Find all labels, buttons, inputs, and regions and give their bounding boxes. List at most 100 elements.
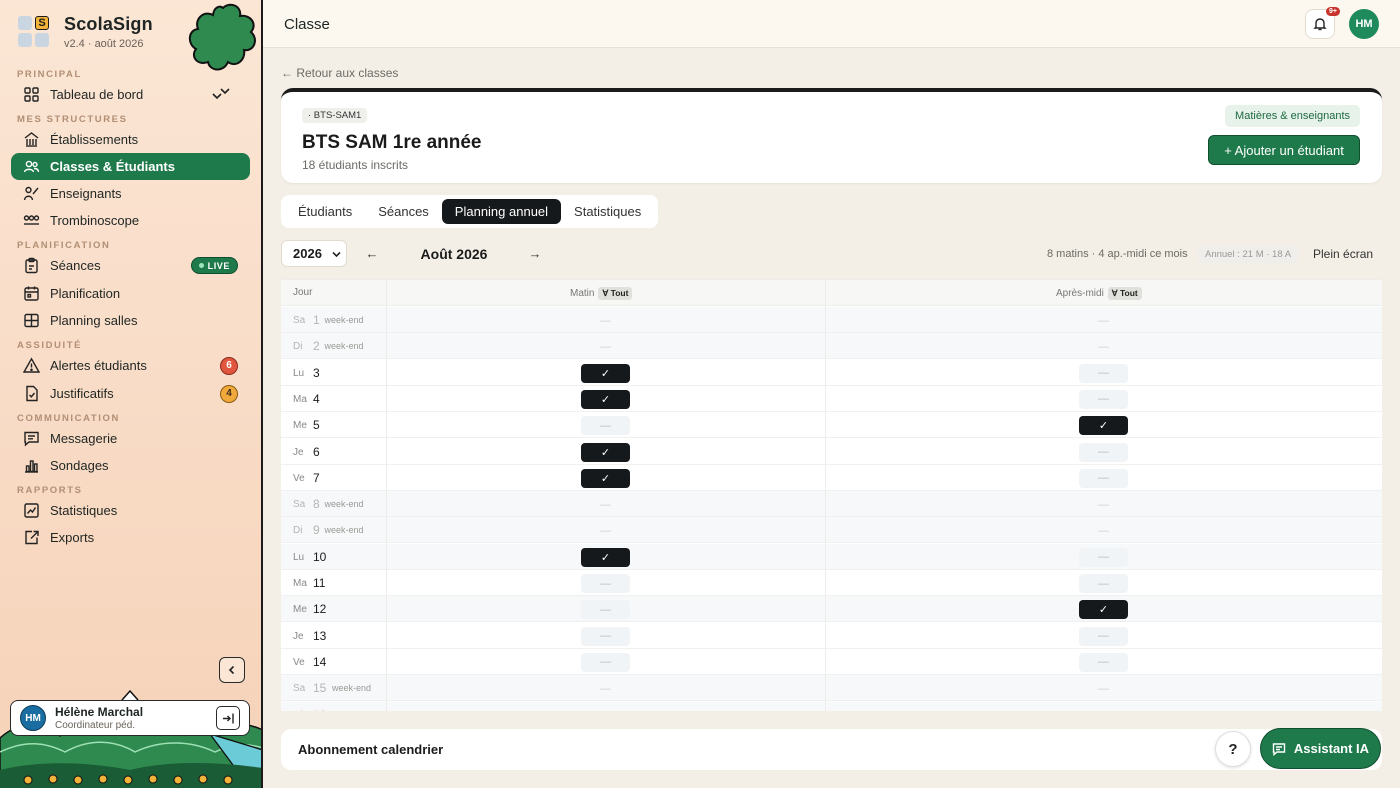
afternoon-toggle[interactable]: —	[1079, 442, 1128, 462]
afternoon-toggle[interactable]: —	[1079, 311, 1128, 330]
day-of-week: Ma	[293, 393, 307, 405]
sidebar-item-label: Trombinoscope	[50, 213, 140, 228]
tab-statistiques[interactable]: Statistiques	[561, 199, 654, 224]
morning-toggle[interactable]: —	[581, 574, 630, 593]
sidebar-item-label: Planification	[50, 286, 121, 301]
message-icon	[24, 431, 39, 447]
morning-toggle[interactable]: —	[581, 311, 630, 330]
day-of-week: Sa	[293, 683, 306, 695]
select-all-morning-button[interactable]: ∀ Tout	[598, 287, 633, 300]
sidebar-item-statistiques[interactable]: Statistiques	[11, 497, 250, 524]
next-month-button[interactable]: →	[521, 240, 549, 267]
afternoon-toggle[interactable]: ✓	[1079, 600, 1128, 620]
assistant-ia-label: Assistant IA	[1293, 741, 1370, 756]
afternoon-toggle[interactable]: —	[1079, 679, 1128, 698]
tab-planning-annuel[interactable]: Planning annuel	[441, 199, 562, 224]
sidebar-item-exports[interactable]: Exports	[11, 524, 250, 551]
sidebar-item-label: Statistiques	[50, 503, 118, 518]
sidebar-item-dashboard[interactable]: Tableau de bord	[11, 81, 250, 108]
morning-toggle[interactable]: —	[581, 337, 630, 356]
chevron-left-icon	[228, 665, 235, 675]
day-of-week: Me	[293, 604, 307, 616]
weekend-label: week-end	[332, 683, 372, 694]
day-of-week: Di	[293, 710, 302, 712]
morning-toggle[interactable]: —	[581, 652, 630, 672]
afternoon-toggle[interactable]: ✓	[1079, 416, 1128, 436]
fullscreen-button[interactable]: Plein écran	[1313, 247, 1373, 261]
day-number: 1	[313, 313, 320, 327]
tab-seances[interactable]: Séances	[365, 199, 442, 224]
sidebar-item-alertes[interactable]: Alertes étudiants 6	[11, 352, 250, 379]
sidebar-item-label: Sondages	[50, 458, 109, 473]
afternoon-toggle[interactable]: —	[1079, 468, 1128, 488]
collapse-sidebar-button[interactable]	[219, 657, 245, 683]
back-to-classes-link[interactable]: ← Retour aux classes	[281, 66, 398, 80]
afternoon-toggle[interactable]: —	[1079, 495, 1128, 514]
sidebar-item-seances[interactable]: Séances LIVE	[11, 252, 250, 279]
day-of-week: Di	[293, 341, 303, 353]
help-button[interactable]: ?	[1215, 731, 1251, 767]
sidebar-item-planification[interactable]: Planification	[11, 280, 250, 307]
morning-toggle[interactable]: —	[581, 706, 630, 711]
afternoon-toggle[interactable]: —	[1079, 547, 1128, 567]
logout-button[interactable]	[216, 706, 240, 730]
class-name: BTS SAM 1re année	[302, 132, 482, 153]
sidebar-item-sondages[interactable]: Sondages	[11, 452, 250, 479]
table-row: Me 12 — ✓	[281, 596, 1382, 623]
assistant-ia-button[interactable]: Assistant IA	[1260, 728, 1381, 769]
column-afternoon-header: Après-midi ∀ Tout	[1056, 287, 1142, 300]
morning-toggle[interactable]: ✓	[581, 363, 630, 383]
account-avatar[interactable]: HM	[1349, 9, 1379, 39]
sidebar-item-label: Classes & Étudiants	[50, 159, 175, 174]
day-number: 7	[313, 470, 320, 485]
morning-toggle[interactable]: ✓	[581, 468, 630, 488]
morning-toggle[interactable]: —	[581, 495, 630, 514]
morning-toggle[interactable]: —	[581, 626, 630, 646]
notifications-button[interactable]: 9+	[1305, 7, 1340, 39]
afternoon-toggle[interactable]: —	[1079, 626, 1128, 646]
table-row: Sa 15 week-end — —	[281, 675, 1382, 702]
sidebar-item-trombinoscope[interactable]: Trombinoscope	[11, 207, 250, 234]
app-version: v2.4 · août 2026	[64, 38, 144, 50]
table-row: Me 5 — ✓	[281, 412, 1382, 439]
year-select[interactable]: 2026	[281, 240, 347, 267]
section-planification: PLANIFICATION	[17, 240, 111, 251]
tab-etudiants[interactable]: Étudiants	[285, 199, 365, 224]
line-chart-icon	[24, 503, 39, 518]
bar-chart-icon	[25, 460, 38, 473]
afternoon-toggle[interactable]: —	[1079, 337, 1128, 356]
day-of-week: Ve	[293, 472, 305, 484]
afternoon-toggle[interactable]: —	[1079, 706, 1128, 711]
morning-toggle[interactable]: ✓	[581, 547, 630, 567]
morning-toggle[interactable]: ✓	[581, 442, 630, 462]
add-student-button[interactable]: + Ajouter un étudiant	[1208, 135, 1360, 165]
morning-toggle[interactable]: —	[581, 416, 630, 436]
afternoon-toggle[interactable]: —	[1079, 574, 1128, 593]
brand[interactable]: S ScolaSign v2.4 · août 2026	[18, 14, 153, 50]
afternoon-toggle[interactable]: —	[1079, 521, 1128, 540]
sidebar-item-justificatifs[interactable]: Justificatifs 4	[11, 380, 250, 407]
user-card[interactable]: HM Hélène Marchal Coordinateur péd.	[10, 700, 250, 736]
weekend-label: week-end	[324, 525, 364, 536]
sidebar-item-enseignants[interactable]: Enseignants	[11, 180, 250, 207]
select-all-afternoon-button[interactable]: ∀ Tout	[1107, 287, 1142, 300]
day-number: 10	[313, 549, 327, 564]
sidebar-item-etablissements[interactable]: Établissements	[11, 126, 250, 153]
planning-grid: Jour Matin ∀ Tout Après-midi ∀ Tout Sa 1 wee…	[281, 279, 1382, 711]
table-row: Sa 1 week-end — —	[281, 307, 1382, 333]
sidebar-item-classes[interactable]: Classes & Étudiants	[11, 153, 250, 180]
column-morning-label: Matin	[570, 288, 595, 299]
morning-toggle[interactable]: —	[581, 679, 630, 698]
bell-icon	[1313, 18, 1327, 31]
morning-toggle[interactable]: —	[581, 600, 630, 620]
afternoon-toggle[interactable]: —	[1079, 389, 1128, 409]
morning-toggle[interactable]: ✓	[581, 389, 630, 409]
morning-toggle[interactable]: —	[581, 521, 630, 540]
sidebar-item-planning-salles[interactable]: Planning salles	[11, 307, 250, 334]
sidebar-item-messagerie[interactable]: Messagerie	[11, 425, 250, 452]
previous-month-button[interactable]: ←	[358, 240, 386, 267]
afternoon-toggle[interactable]: —	[1079, 652, 1128, 672]
building-icon	[24, 132, 39, 147]
afternoon-toggle[interactable]: —	[1079, 363, 1128, 383]
subjects-teachers-button[interactable]: Matières & enseignants	[1225, 105, 1360, 127]
